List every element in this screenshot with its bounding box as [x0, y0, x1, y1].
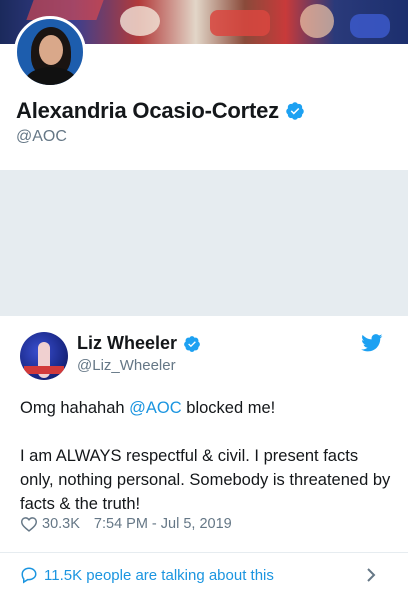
tweet-text: Omg hahahah @AOC blocked me! I am ALWAYS… — [20, 396, 392, 516]
tweet-paragraph-1: Omg hahahah @AOC blocked me! — [20, 396, 392, 420]
talking-label: 11.5K people are talking about this — [44, 566, 274, 584]
profile-handle[interactable]: @AOC — [16, 128, 67, 146]
conversation-link[interactable]: 11.5K people are talking about this — [20, 561, 388, 589]
chevron-right-icon — [367, 568, 376, 582]
divider — [0, 552, 408, 553]
tweet-timestamp[interactable]: 7:54 PM - Jul 5, 2019 — [94, 516, 232, 532]
verified-badge-icon — [286, 102, 304, 120]
tweet-paragraph-2: I am ALWAYS respectful & civil. I presen… — [20, 447, 391, 513]
tweet-text-part: blocked me! — [181, 399, 276, 417]
heart-icon[interactable] — [20, 516, 38, 532]
like-count[interactable]: 30.3K — [42, 516, 80, 532]
verified-badge-icon — [184, 335, 200, 352]
twitter-bird-icon[interactable] — [361, 334, 383, 352]
author-avatar[interactable] — [20, 332, 68, 380]
profile-avatar[interactable] — [14, 16, 86, 88]
author-name-text: Liz Wheeler — [77, 333, 178, 353]
profile-name-text: Alexandria Ocasio-Cortez — [16, 98, 279, 123]
speech-bubble-icon — [21, 567, 37, 584]
embed-placeholder-area — [0, 170, 408, 316]
profile-name[interactable]: Alexandria Ocasio-Cortez — [16, 98, 305, 124]
mention-link[interactable]: @AOC — [129, 399, 182, 417]
author-name[interactable]: Liz Wheeler — [77, 333, 201, 354]
tweet-meta: 30.3K 7:54 PM - Jul 5, 2019 — [20, 516, 232, 532]
author-handle[interactable]: @Liz_Wheeler — [77, 357, 176, 374]
tweet-text-part: Omg hahahah — [20, 399, 130, 417]
embedded-tweet[interactable]: Liz Wheeler @Liz_Wheeler Omg hahahah @AO… — [0, 316, 408, 556]
